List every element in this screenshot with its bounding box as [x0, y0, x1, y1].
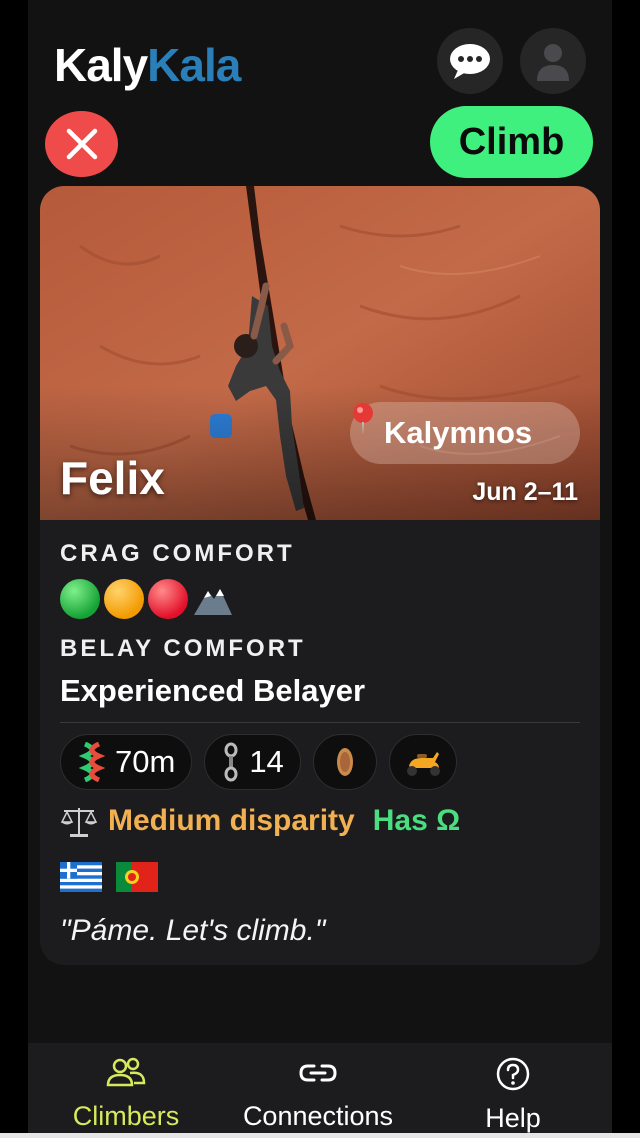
balance-scale-icon — [60, 804, 98, 838]
nav-item-climbers[interactable]: Climbers — [56, 1057, 196, 1132]
climb-button[interactable]: Climb — [430, 106, 593, 178]
logo-part-kala: Kala — [147, 39, 241, 91]
orange-circle-icon — [104, 579, 144, 619]
profile-button[interactable] — [520, 28, 586, 94]
scooter-chip[interactable] — [388, 734, 457, 790]
scooter-icon — [406, 752, 440, 776]
divider — [60, 722, 580, 723]
belay-comfort-value: Experienced Belayer — [60, 673, 366, 708]
user-silhouette-icon — [537, 44, 569, 81]
belay-comfort-label: BELAY COMFORT — [60, 635, 306, 662]
has-omega-label: Has Ω — [372, 804, 461, 837]
help-circle-icon — [496, 1057, 530, 1091]
home-indicator — [0, 1133, 640, 1138]
nav-label-climbers: Climbers — [72, 1101, 180, 1131]
people-icon — [106, 1057, 146, 1087]
nav-item-connections[interactable]: Connections — [228, 1057, 408, 1132]
link-icon — [299, 1064, 337, 1082]
gear-chips: 70m 14 — [60, 734, 457, 790]
app-screen: KalyKala Climb Felix Kalymnos Jun 2–11 C… — [28, 0, 612, 1138]
green-circle-icon — [60, 579, 100, 619]
rope-chip[interactable]: 70m — [60, 734, 193, 790]
climber-card[interactable]: Felix Kalymnos Jun 2–11 CRAG COMFORT BEL… — [40, 186, 600, 965]
nav-item-help[interactable]: Help — [463, 1057, 563, 1134]
mountain-icon — [194, 589, 232, 615]
bottom-navigation: Climbers Connections Help — [28, 1043, 612, 1138]
logo-part-kaly: Kaly — [54, 39, 148, 91]
header: KalyKala — [28, 0, 612, 100]
climber-photo: Felix Kalymnos Jun 2–11 — [40, 186, 600, 520]
location-label: Kalymnos — [384, 415, 533, 450]
greece-flag-icon — [60, 862, 102, 892]
language-flags — [60, 862, 158, 892]
quickdraw-count: 14 — [249, 744, 284, 779]
red-circle-icon — [148, 579, 188, 619]
climber-name: Felix — [60, 452, 165, 504]
nav-label-connections: Connections — [242, 1101, 394, 1131]
chat-button[interactable] — [437, 28, 503, 94]
crag-comfort-icons — [60, 579, 234, 619]
speech-bubble-icon — [450, 44, 490, 79]
trip-dates: Jun 2–11 — [472, 478, 578, 506]
portugal-flag-icon — [116, 862, 158, 892]
app-logo: KalyKala — [54, 38, 241, 92]
location-badge[interactable]: Kalymnos — [350, 402, 580, 464]
disparity-label: Medium disparity — [108, 804, 355, 837]
quickdraw-chip[interactable]: 14 — [204, 734, 301, 790]
nav-label-help: Help — [485, 1103, 541, 1133]
quickdraw-icon — [221, 742, 241, 782]
rope-length: 70m — [115, 744, 176, 779]
close-x-icon — [66, 128, 97, 160]
crash-pad-chip[interactable] — [312, 734, 377, 790]
climber-quote: "Páme. Let's climb." — [60, 914, 326, 947]
dismiss-button[interactable] — [45, 111, 118, 177]
crag-comfort-label: CRAG COMFORT — [60, 540, 295, 567]
crash-pad-icon — [336, 748, 353, 776]
disparity-row: Medium disparity Has Ω — [60, 804, 460, 838]
rope-icon — [77, 742, 107, 782]
